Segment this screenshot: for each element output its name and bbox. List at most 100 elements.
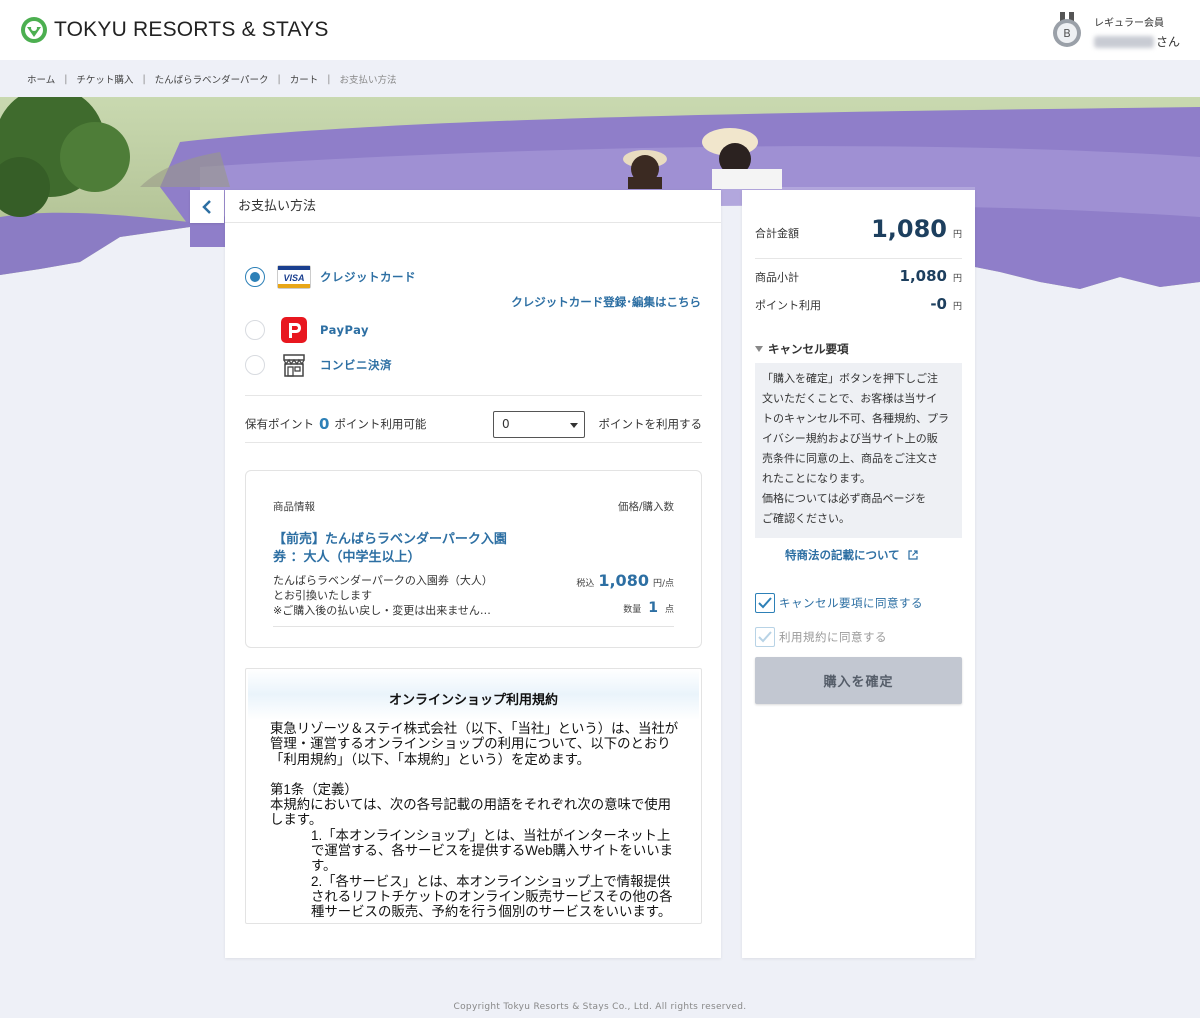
total-value: 1,080 <box>871 215 947 243</box>
payment-option-credit-card[interactable]: VISA クレジットカード <box>245 264 416 290</box>
convenience-store-icon <box>277 352 311 378</box>
product-title-line: 【前売】たんばらラベンダーパーク入園 <box>273 532 507 547</box>
member-name: さん <box>1093 33 1180 50</box>
breadcrumb: ホーム | チケット購入 | たんばらラベンダーパーク | カート | お支払い方法 <box>27 72 397 87</box>
agree-cancel-checkbox-row[interactable]: キャンセル要項に同意する <box>755 593 923 613</box>
check-icon <box>758 631 772 643</box>
tax-label: 税込 <box>576 579 595 589</box>
points-held-label: 保有ポイント <box>245 417 314 431</box>
breadcrumb-home[interactable]: ホーム <box>27 72 55 86</box>
total-row: 合計金額 1,080 円 <box>755 215 962 243</box>
subtotal-value: 1,080 <box>899 267 947 285</box>
radio-convenience-store[interactable] <box>245 355 265 375</box>
terms-title: オンラインショップ利用規約 <box>388 693 558 708</box>
breadcrumb-park[interactable]: たんばらラベンダーパーク <box>155 72 269 86</box>
svg-text:VISA: VISA <box>283 273 304 283</box>
terms-body: 東急リゾーツ＆ステイ株式会社（以下、「当社」という）は、当社が管理・運営するオン… <box>270 721 679 920</box>
product-title[interactable]: 【前売】たんばらラベンダーパーク入園 券 ：大人（中学生以上） <box>273 531 543 567</box>
cancel-line: イバシー規約および当サイト上の販 <box>762 432 938 445</box>
chevron-left-icon <box>202 199 211 214</box>
back-button[interactable] <box>190 190 224 223</box>
product-info-box: 商品情報 価格/購入数 【前売】たんばらラベンダーパーク入園 券 ：大人（中学生… <box>245 470 702 648</box>
payment-label-convenience-store[interactable]: コンビニ決済 <box>320 357 392 373</box>
points-row: 保有ポイント 0 ポイント利用可能 0 ポイントを利用する <box>245 409 702 439</box>
radio-paypay[interactable] <box>245 320 265 340</box>
external-link-icon <box>908 550 918 560</box>
product-desc-line: ※ご購入後の払い戻し・変更は出来ません… <box>273 604 491 617</box>
cancel-line: 「購入を確定」ボタンを押下しご注 <box>762 372 938 385</box>
points-apply-label: ポイントを利用する <box>598 417 703 431</box>
total-label: 合計金額 <box>755 227 799 240</box>
cancel-line: 売条件に同意の上、商品をご注文さ <box>762 452 938 465</box>
agree-cancel-checkbox[interactable] <box>755 593 775 613</box>
points-usable-label: ポイント利用可能 <box>334 417 427 431</box>
agree-terms-checkbox[interactable] <box>755 627 775 647</box>
order-summary-card: 合計金額 1,080 円 商品小計 1,080 円 ポイント利用 -0 円 キャンセル… <box>742 190 975 958</box>
member-badge-letter: B <box>1063 27 1071 40</box>
payment-label-paypay[interactable]: PayPay <box>320 323 369 337</box>
member-info[interactable]: B レギュラー会員 さん <box>1052 12 1180 50</box>
product-desc-line: たんばらラベンダーパークの入園券（大人） <box>273 574 493 587</box>
member-rank: レギュラー会員 <box>1093 18 1164 29</box>
terms-scroll-box[interactable]: オンラインショップ利用規約 東急リゾーツ＆ステイ株式会社（以下、「当社」という）… <box>245 668 702 924</box>
breadcrumb-ticket[interactable]: チケット購入 <box>76 72 133 86</box>
agree-terms-label[interactable]: 利用規約に同意する <box>779 629 887 645</box>
cancel-line: 価格については必ず商品ページを <box>762 492 927 505</box>
col-product-info: 商品情報 <box>273 501 315 513</box>
points-held-value: 0 <box>319 415 330 433</box>
site-header: TOKYU RESORTS & STAYS B レギュラー会員 さん <box>0 0 1200 60</box>
brand-name: TOKYU RESORTS & STAYS <box>54 18 329 41</box>
cancel-line: れたことになります。 <box>762 472 871 485</box>
product-table-header: 商品情報 価格/購入数 <box>273 499 674 514</box>
product-desc-line: とお引換いたします <box>273 589 372 602</box>
points-select-value: 0 <box>502 416 510 431</box>
points-used-row: ポイント利用 -0 円 <box>755 294 962 313</box>
payment-option-convenience-store[interactable]: コンビニ決済 <box>245 352 392 378</box>
divider <box>245 442 702 443</box>
col-price-qty: 価格/購入数 <box>617 501 674 513</box>
yen-unit: 円 <box>952 274 962 284</box>
breadcrumb-current: お支払い方法 <box>339 75 397 86</box>
terms-item: 1.「本オンラインショップ」とは、当社がインターネット上で運営する、各サービスを… <box>311 827 674 874</box>
cancel-line: ご確認ください。 <box>762 512 850 525</box>
yen-unit: 円 <box>952 302 962 312</box>
copyright: Copyright Tokyu Resorts & Stays Co., Ltd… <box>453 1002 747 1012</box>
agree-cancel-label[interactable]: キャンセル要項に同意する <box>779 595 923 611</box>
credit-card-edit-link[interactable]: クレジットカード登録･編集はこちら <box>511 294 701 310</box>
cancel-heading: キャンセル要項 <box>768 342 849 356</box>
points-select[interactable]: 0 <box>493 410 585 438</box>
terms-article-body: 本規約においては、次の各号記載の用語をそれぞれ次の意味で使用します。 <box>270 797 672 828</box>
product-description: たんばらラベンダーパークの入園券（大人） とお引換いたします ※ご購入後の払い戻… <box>273 573 533 618</box>
subtotal-row: 商品小計 1,080 円 <box>755 266 962 285</box>
breadcrumb-cart[interactable]: カート <box>290 72 319 86</box>
member-medal-icon: B <box>1052 12 1081 47</box>
qty-value: 1 <box>648 600 658 616</box>
tokushoho-link[interactable]: 特商法の記載について <box>785 547 918 563</box>
terms-article-title: 第1条（定義） <box>270 781 358 797</box>
visa-card-icon: VISA <box>277 264 311 290</box>
payment-option-paypay[interactable]: PayPay <box>245 317 369 343</box>
divider <box>245 395 702 396</box>
payment-label-credit-card[interactable]: クレジットカード <box>320 269 416 285</box>
cancel-policy-text: 「購入を確定」ボタンを押下しご注 文いただくことで、お客様は当サイ トのキャンセ… <box>755 363 962 538</box>
confirm-purchase-button[interactable]: 購入を確定 <box>755 657 962 704</box>
points-used-value: -0 <box>930 295 947 313</box>
terms-intro: 東急リゾーツ＆ステイ株式会社（以下、「当社」という）は、当社が管理・運営するオン… <box>270 721 679 767</box>
price-value: 1,080 <box>598 571 649 590</box>
tokushoho-label: 特商法の記載について <box>785 548 900 562</box>
tokyu-logo-icon <box>21 17 47 43</box>
terms-item: 2.「各サービス」とは、本オンラインショップ上で情報提供されるリフトチケットのオ… <box>311 873 673 920</box>
caret-down-icon <box>570 422 578 428</box>
price-unit: 円/点 <box>652 579 674 589</box>
radio-credit-card[interactable] <box>245 267 265 287</box>
payment-heading: お支払い方法 <box>225 190 721 223</box>
yen-unit: 円 <box>952 230 962 240</box>
qty-label: 数量 <box>623 605 642 615</box>
terms-content: オンラインショップ利用規約 東急リゾーツ＆ステイ株式会社（以下、「当社」という）… <box>248 669 699 923</box>
points-used-label: ポイント利用 <box>755 299 821 312</box>
paypay-icon <box>277 317 311 343</box>
brand-logo[interactable]: TOKYU RESORTS & STAYS <box>20 16 329 44</box>
cancel-policy-toggle[interactable]: キャンセル要項 <box>755 341 849 357</box>
cancel-line: トのキャンセル不可、各種規約、プラ <box>762 412 949 425</box>
agree-terms-checkbox-row[interactable]: 利用規約に同意する <box>755 627 887 647</box>
